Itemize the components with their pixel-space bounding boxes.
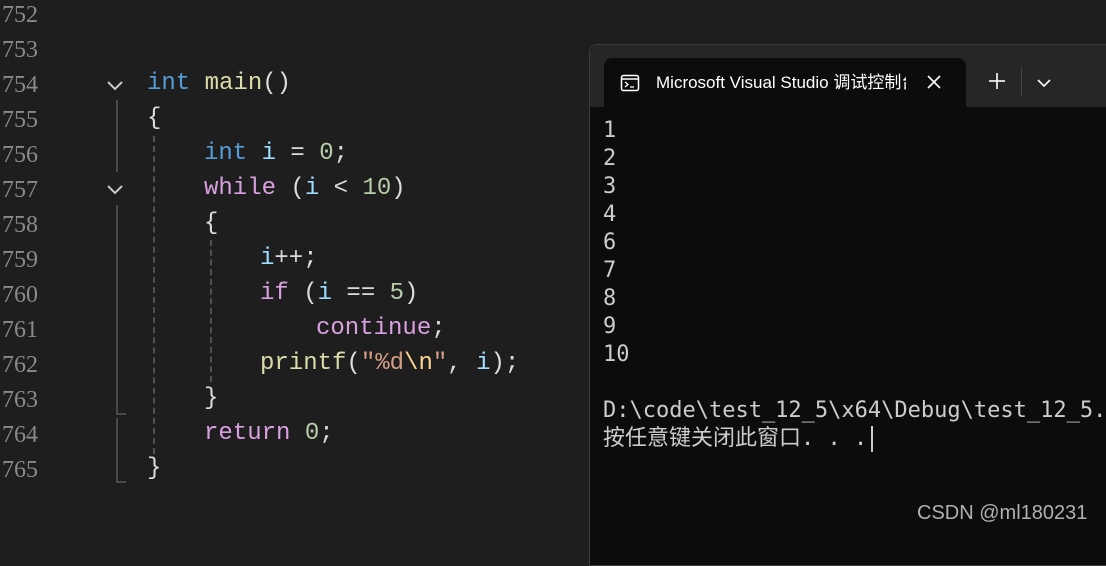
code-token: 0 bbox=[304, 420, 320, 447]
line-number: 760 bbox=[2, 282, 38, 308]
line-number: 754 bbox=[2, 72, 38, 98]
terminal-titlebar[interactable]: Microsoft Visual Studio 调试控制台 bbox=[590, 45, 1106, 107]
code-token: if bbox=[260, 280, 289, 307]
text-cursor bbox=[871, 426, 874, 452]
code-token: main bbox=[204, 70, 263, 97]
code-token: i bbox=[317, 280, 333, 307]
line-number: 758 bbox=[2, 212, 38, 238]
code-token: ) bbox=[391, 175, 406, 202]
tab-title: Microsoft Visual Studio 调试控制台 bbox=[656, 73, 906, 92]
code-line: int i = 0; bbox=[204, 136, 348, 171]
code-line: } bbox=[204, 385, 219, 412]
outline-guide bbox=[116, 205, 118, 415]
code-token: 10 bbox=[362, 175, 392, 202]
code-token: ++; bbox=[274, 245, 318, 272]
code-token: ( bbox=[288, 280, 318, 307]
watermark: CSDN @ml180231 bbox=[917, 502, 1088, 524]
code-token: \n bbox=[404, 350, 433, 377]
code-token: ( bbox=[276, 175, 305, 202]
code-line: { bbox=[147, 105, 162, 132]
code-token: return bbox=[204, 420, 291, 447]
code-token: = bbox=[276, 140, 320, 167]
titlebar-divider bbox=[1021, 67, 1022, 97]
output-prompt-line: 按任意键关闭此窗口. . . bbox=[603, 425, 1106, 453]
fold-chevron-icon[interactable] bbox=[105, 180, 125, 200]
code-token: ; bbox=[431, 315, 446, 342]
outline-guide bbox=[116, 418, 118, 482]
indent-guide bbox=[210, 240, 212, 382]
terminal-window[interactable]: Microsoft Visual Studio 调试控制台 1 2 3 4 6 … bbox=[589, 44, 1106, 566]
terminal-app-icon bbox=[620, 74, 640, 92]
chevron-down-icon[interactable] bbox=[1034, 73, 1054, 93]
code-token: i bbox=[260, 245, 275, 272]
code-token: continue bbox=[316, 315, 432, 342]
code-line: { bbox=[204, 210, 219, 237]
terminal-tab[interactable]: Microsoft Visual Studio 调试控制台 bbox=[604, 58, 966, 107]
line-number: 753 bbox=[2, 37, 38, 63]
outline-guide bbox=[116, 100, 118, 172]
code-token: "%d bbox=[360, 350, 405, 377]
code-token: i bbox=[261, 140, 277, 167]
line-number: 759 bbox=[2, 247, 38, 273]
code-token: " bbox=[432, 350, 448, 377]
line-number: 757 bbox=[2, 177, 38, 203]
code-token: ( bbox=[346, 350, 361, 377]
code-token: while bbox=[204, 175, 277, 202]
indent-guide bbox=[153, 136, 155, 454]
outline-guide-tick bbox=[116, 413, 126, 415]
output-line: 2 bbox=[603, 146, 617, 171]
output-line: 3 bbox=[603, 174, 617, 199]
code-line: int main() bbox=[147, 66, 291, 101]
line-number: 752 bbox=[2, 2, 38, 28]
code-token: ) bbox=[404, 280, 419, 307]
prompt-text: 按任意键关闭此窗口. . . bbox=[603, 426, 868, 451]
code-token: ); bbox=[490, 350, 520, 377]
output-line: 9 bbox=[603, 314, 617, 339]
fold-chevron-icon[interactable] bbox=[105, 76, 125, 96]
code-line: continue; bbox=[316, 311, 446, 346]
output-line: 8 bbox=[603, 286, 617, 311]
line-number: 756 bbox=[2, 142, 38, 168]
code-token: i bbox=[476, 350, 491, 377]
outline-guide-tick bbox=[116, 481, 126, 483]
code-token: () bbox=[262, 70, 292, 97]
code-token: , bbox=[447, 350, 477, 377]
line-number: 763 bbox=[2, 387, 38, 413]
output-line: 10 bbox=[603, 342, 630, 367]
code-line: i++; bbox=[260, 241, 318, 276]
output-line: 6 bbox=[603, 230, 617, 255]
code-line: } bbox=[147, 455, 162, 482]
output-line: 1 bbox=[603, 118, 617, 143]
line-number: 765 bbox=[2, 457, 38, 483]
code-token: ; bbox=[333, 140, 349, 167]
line-number: 764 bbox=[2, 422, 38, 448]
code-token: int bbox=[147, 70, 191, 97]
code-line: if (i == 5) bbox=[260, 276, 418, 311]
output-line: D:\code\test_12_5\x64\Debug\test_12_5.ex… bbox=[603, 398, 1106, 423]
code-line: return 0; bbox=[204, 416, 334, 451]
code-token: 5 bbox=[389, 280, 405, 307]
code-token: i bbox=[304, 175, 320, 202]
output-line: 7 bbox=[603, 258, 617, 283]
line-number: 762 bbox=[2, 352, 38, 378]
code-token: printf bbox=[260, 350, 347, 377]
line-number: 755 bbox=[2, 107, 38, 133]
code-token: ; bbox=[319, 420, 334, 447]
code-token: < bbox=[319, 175, 363, 202]
code-token: 0 bbox=[319, 140, 334, 167]
close-icon[interactable] bbox=[924, 72, 944, 92]
terminal-output[interactable]: 1 2 3 4 6 7 8 9 10 D:\code\test_12_5\x64… bbox=[603, 117, 1106, 453]
code-token: int bbox=[204, 140, 248, 167]
output-line: 4 bbox=[603, 202, 617, 227]
code-line: while (i < 10) bbox=[204, 171, 406, 206]
code-line: printf("%d\n", i); bbox=[260, 346, 519, 381]
line-number: 761 bbox=[2, 317, 38, 343]
plus-icon[interactable] bbox=[987, 71, 1007, 91]
code-token: == bbox=[332, 280, 390, 307]
